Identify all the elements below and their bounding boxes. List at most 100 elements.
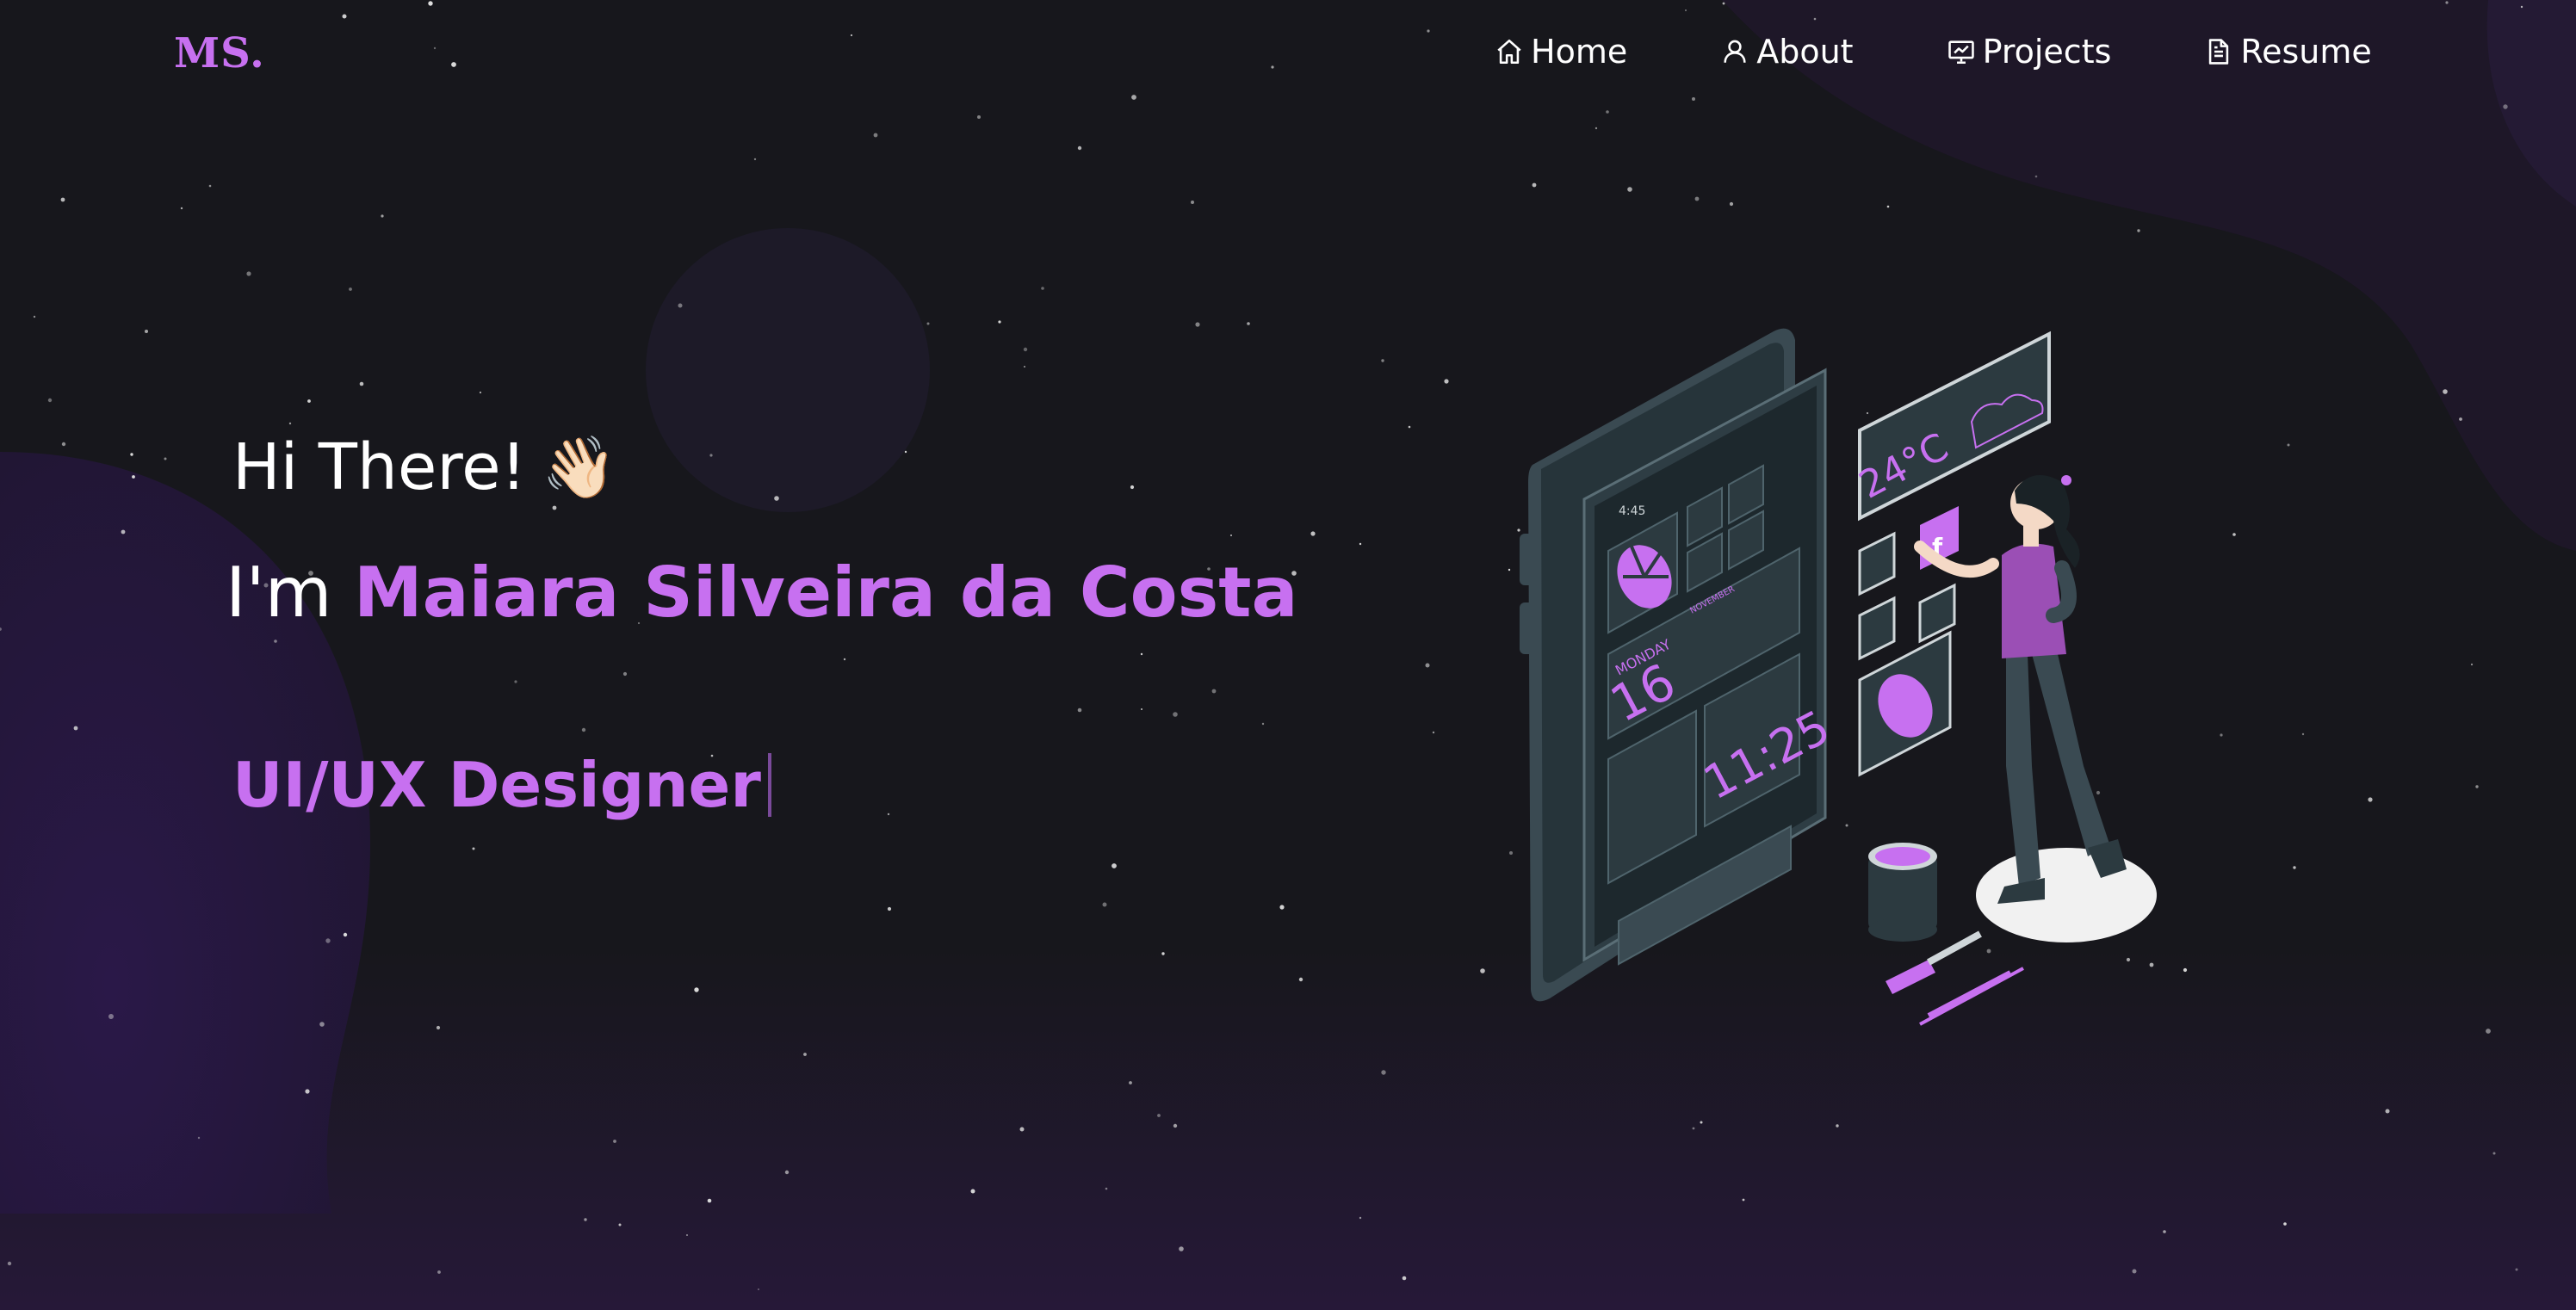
star: [1408, 425, 1411, 429]
star: [479, 391, 482, 394]
star: [33, 315, 36, 318]
star: [784, 1170, 790, 1175]
star: [1024, 366, 1025, 368]
intro-prefix: I'm: [226, 553, 332, 633]
star: [774, 496, 779, 501]
social-cards: f: [1858, 506, 1959, 777]
nav-about[interactable]: About: [1720, 26, 1854, 77]
star: [2301, 732, 2305, 736]
star: [1480, 968, 1485, 973]
star: [2475, 785, 2479, 788]
star: [1130, 485, 1135, 490]
star: [2486, 1029, 2491, 1034]
star: [1627, 187, 1632, 192]
star: [1729, 201, 1734, 207]
star: [359, 381, 364, 386]
star: [904, 450, 907, 454]
star: [707, 1198, 712, 1203]
designer-phone-illustration: 4:45 MONDAY NOVEMBER 16 11:25 24°C f: [1520, 328, 2157, 1026]
star: [349, 287, 352, 291]
star: [2220, 733, 2223, 737]
star: [758, 1288, 759, 1290]
star: [1595, 127, 1598, 130]
star: [60, 197, 65, 202]
star: [2232, 533, 2236, 536]
logo[interactable]: MS.: [174, 29, 265, 77]
star: [1230, 535, 1232, 536]
star: [1694, 196, 1700, 201]
star: [472, 847, 475, 850]
star: [1141, 708, 1142, 710]
star: [1700, 1121, 1703, 1124]
role-text: UI/UX Designer: [232, 749, 761, 821]
document-icon: [2209, 39, 2229, 65]
star: [436, 1025, 441, 1030]
nav-resume[interactable]: Resume: [2204, 26, 2372, 77]
star: [1261, 722, 1265, 726]
star: [130, 453, 133, 456]
star: [319, 1022, 325, 1027]
star: [2492, 1152, 2496, 1155]
star: [1077, 708, 1082, 713]
star: [1310, 531, 1316, 536]
paint-bucket: [1868, 843, 1937, 942]
star: [2287, 443, 2290, 447]
star: [1742, 1198, 1745, 1202]
star: [998, 320, 1001, 324]
star: [1157, 1114, 1161, 1117]
nav-home[interactable]: Home: [1495, 26, 1627, 77]
star: [1298, 977, 1303, 982]
star: [1112, 863, 1117, 868]
star: [622, 671, 628, 677]
background-starfield: [0, 0, 2576, 1310]
star: [61, 442, 66, 447]
star: [2293, 866, 2296, 869]
nav-resume-label: Resume: [2240, 33, 2372, 71]
user-icon: [1724, 40, 1746, 63]
star: [2515, 1268, 2518, 1271]
star: [2183, 967, 2188, 973]
star: [1836, 1124, 1839, 1128]
nav-projects[interactable]: Projects: [1947, 26, 2112, 77]
star: [1381, 359, 1384, 362]
star: [164, 457, 167, 460]
star: [1129, 1081, 1132, 1084]
typing-cursor: [767, 753, 771, 817]
star: [678, 303, 683, 308]
star: [613, 1140, 616, 1143]
star: [803, 1053, 807, 1056]
star: [686, 1234, 688, 1236]
star: [1432, 731, 1435, 734]
star: [1191, 201, 1194, 204]
star: [1195, 322, 1200, 327]
star: [274, 640, 277, 643]
star: [381, 214, 384, 218]
star: [2283, 1222, 2287, 1226]
person-name: Maiara Silveira da Costa: [353, 553, 1298, 633]
star: [305, 1089, 310, 1094]
star: [2137, 229, 2140, 232]
star: [887, 906, 892, 911]
star: [1425, 663, 1430, 668]
star: [7, 1261, 12, 1266]
star: [1247, 322, 1250, 325]
star: [208, 184, 212, 188]
nav-about-label: About: [1756, 33, 1854, 71]
phone-time: 4:45: [1619, 504, 1645, 518]
star: [1532, 182, 1537, 188]
star: [180, 207, 183, 210]
presentation-icon: [1947, 40, 1974, 65]
star: [1359, 542, 1362, 546]
star: [108, 1014, 114, 1019]
star: [2459, 417, 2462, 421]
greeting-text: Hi There!: [232, 430, 527, 504]
star: [132, 475, 135, 479]
star: [1023, 347, 1028, 352]
star: [843, 658, 846, 661]
star: [73, 726, 78, 731]
star: [2368, 797, 2373, 802]
nav-projects-label: Projects: [1982, 33, 2112, 71]
star: [2443, 389, 2448, 394]
star: [1692, 1127, 1695, 1130]
star: [1105, 1187, 1108, 1190]
